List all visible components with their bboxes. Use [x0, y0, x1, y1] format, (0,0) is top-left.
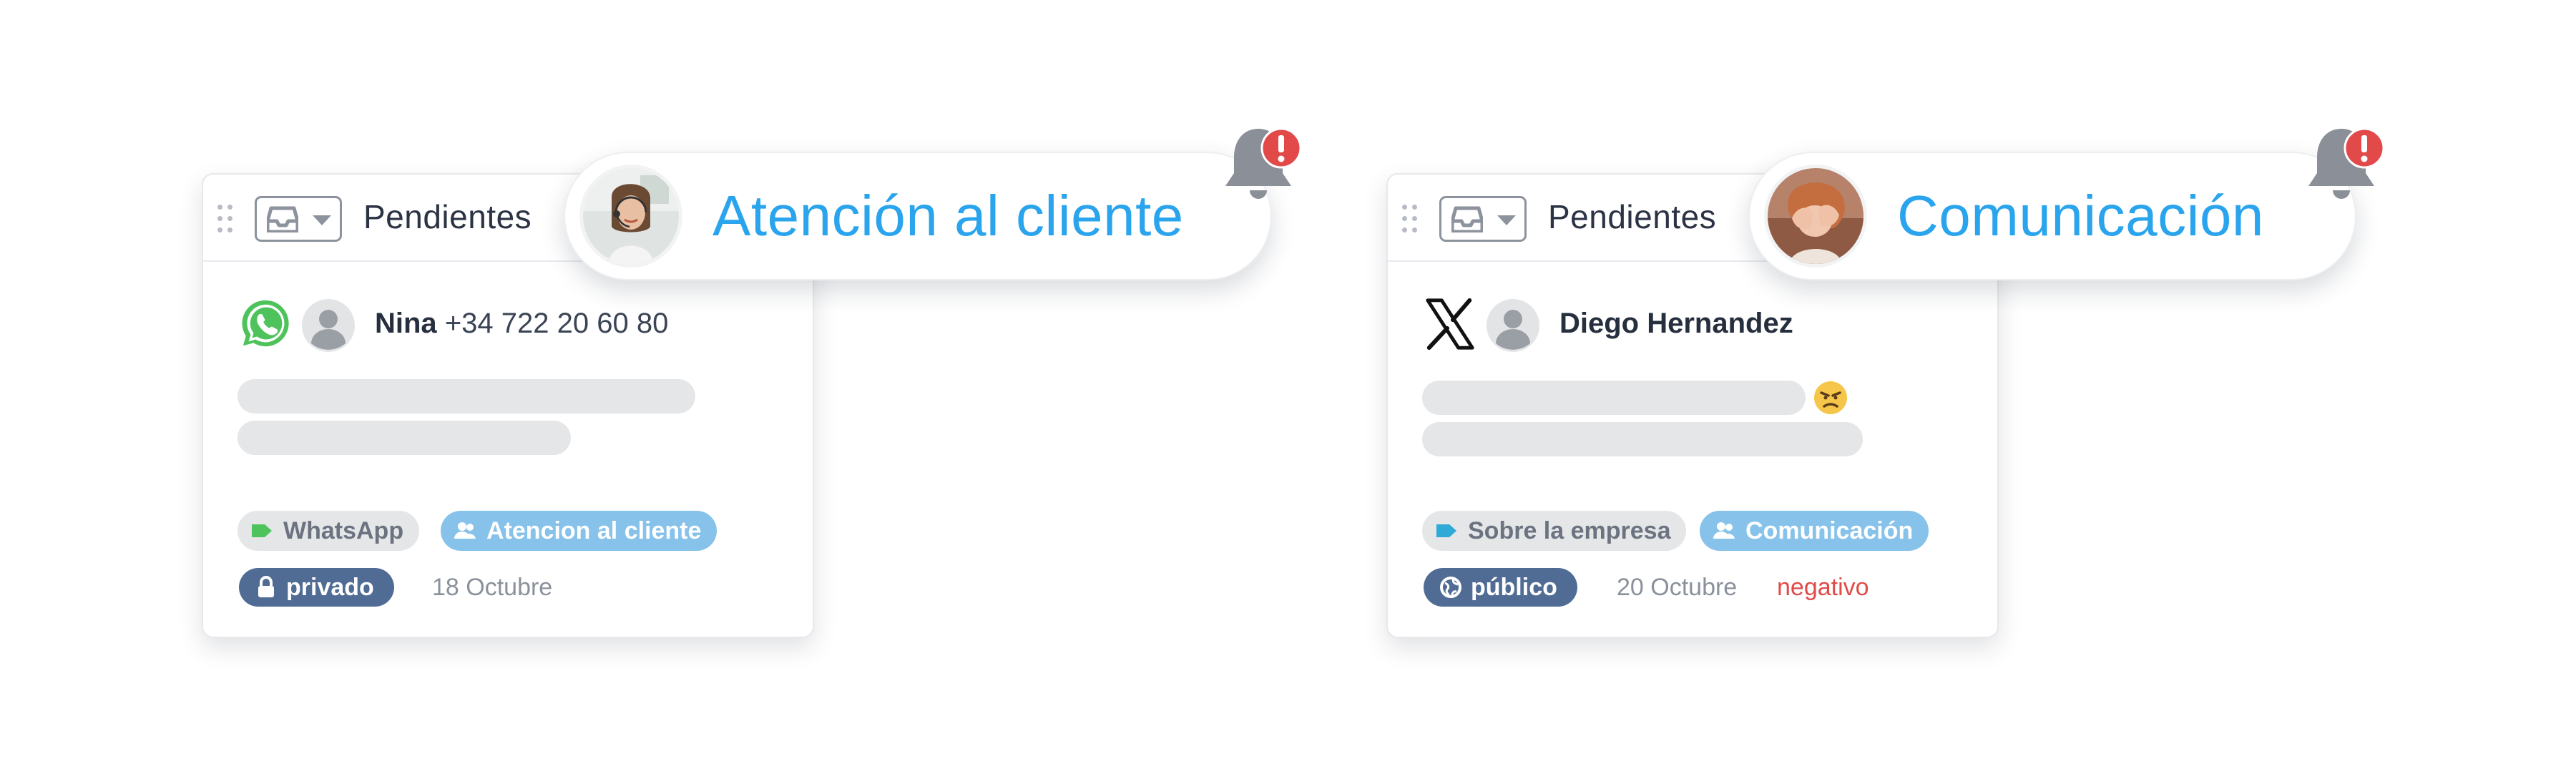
caret-down-icon: [1497, 215, 1516, 225]
department-notification[interactable]: Comunicación: [1748, 152, 2356, 280]
conversation-date: 18 Octubre: [432, 574, 553, 601]
conversation-contact-row: Nina +34 722 20 60 80: [203, 296, 813, 353]
conversation-date: 20 Octubre: [1617, 574, 1738, 601]
message-preview-line: [237, 421, 571, 455]
inbox-title: Pendientes: [363, 198, 532, 235]
channel-tag[interactable]: WhatsApp: [237, 511, 420, 551]
stressed-person-avatar: [1764, 165, 1867, 268]
contact-info: Nina +34 722 20 60 80: [375, 308, 668, 340]
inbox-icon: [267, 206, 298, 232]
globe-icon: [1440, 577, 1461, 598]
drag-handle-icon[interactable]: [217, 205, 235, 233]
support-agent-avatar: [579, 165, 682, 268]
user-avatar: [302, 299, 355, 352]
caret-down-icon: [313, 215, 331, 225]
contact-info: Diego Hernandez: [1559, 308, 1793, 340]
whatsapp-icon: [242, 300, 289, 347]
notification-label: Atención al cliente: [712, 184, 1184, 248]
department-notification[interactable]: Atención al cliente: [564, 152, 1272, 280]
exclamation-alert-icon: [2344, 127, 2385, 169]
stressed-person-image: [1768, 168, 1864, 264]
inbox-notification-unit-2: Pendientes Diego Hernandez Sobre la empr…: [1185, 0, 2472, 759]
contact-phone: +34 722 20 60 80: [444, 308, 669, 339]
tag-icon: [1436, 524, 1456, 537]
tag-label: WhatsApp: [283, 517, 404, 544]
contact-name: Diego Hernandez: [1559, 308, 1793, 339]
user-avatar: [1487, 299, 1539, 352]
inbox-icon: [1451, 206, 1483, 232]
conversation-contact-row: Diego Hernandez: [1388, 296, 1997, 353]
x-logo-icon: [1426, 298, 1474, 351]
support-agent-image: [583, 168, 679, 264]
tag-label: Comunicación: [1745, 517, 1914, 544]
inbox-filter-dropdown[interactable]: [255, 196, 342, 242]
inbox-filter-dropdown[interactable]: [1439, 196, 1527, 242]
users-icon: [454, 522, 476, 539]
tag-label: Atencion al cliente: [486, 517, 702, 544]
angry-face-emoji: [1814, 381, 1847, 414]
users-icon: [1713, 522, 1735, 539]
visibility-label: privado: [286, 574, 374, 601]
department-tag[interactable]: Atencion al cliente: [441, 511, 718, 551]
inbox-notification-unit-1: Pendientes Nina +34 722 20 60 80 WhatsAp…: [0, 0, 1302, 759]
drag-handle-icon[interactable]: [1402, 205, 1419, 233]
message-preview-line: [237, 379, 695, 413]
visibility-badge: privado: [239, 568, 394, 607]
department-tag[interactable]: Comunicación: [1700, 511, 1929, 551]
contact-name: Nina: [375, 308, 437, 339]
message-preview-line: [1422, 381, 1806, 415]
tag-label: Sobre la empresa: [1468, 517, 1671, 544]
message-preview-line: [1422, 422, 1863, 456]
visibility-badge: público: [1424, 568, 1577, 607]
topic-tag[interactable]: Sobre la empresa: [1422, 511, 1687, 551]
tag-icon: [252, 524, 272, 537]
visibility-label: público: [1471, 574, 1557, 601]
notification-label: Comunicación: [1897, 184, 2264, 248]
inbox-title: Pendientes: [1548, 198, 1717, 235]
sentiment-label: negativo: [1777, 574, 1869, 601]
lock-icon: [258, 576, 274, 597]
